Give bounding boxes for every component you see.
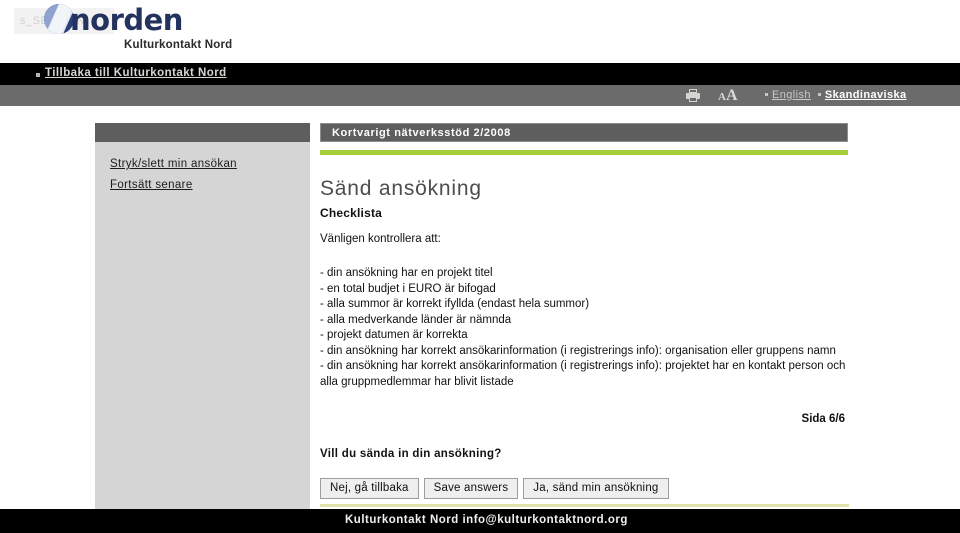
go-back-button[interactable]: Nej, gå tillbaka <box>320 478 419 499</box>
save-answers-button[interactable]: Save answers <box>423 478 519 499</box>
language-link-scandinavian[interactable]: Skandinaviska <box>825 89 907 101</box>
printer-paper-out <box>689 97 697 102</box>
page-title: Sänd ansökning <box>320 177 482 201</box>
bullet-icon <box>36 73 40 77</box>
accent-divider <box>320 150 848 155</box>
list-item: - din ansökning har en projekt titel <box>320 267 493 279</box>
bullet-icon <box>765 92 768 96</box>
back-to-site-link[interactable]: Tillbaka till Kulturkontakt Nord <box>45 67 227 79</box>
site-logo[interactable]: norden Kulturkontakt Nord <box>44 2 274 60</box>
page-counter: Sida 6/6 <box>801 413 845 425</box>
bullet-icon <box>817 92 821 96</box>
list-item: - alla medverkande länder är nämnda <box>320 313 512 326</box>
logo-subtitle: Kulturkontakt Nord <box>124 39 233 51</box>
list-item: - din ansökning har korrekt ansökarinfor… <box>320 344 836 357</box>
breadcrumb-bar: Kortvarigt nätverksstöd 2/2008 <box>320 123 848 142</box>
breadcrumb: Kortvarigt nätverksstöd 2/2008 <box>332 127 511 139</box>
print-icon[interactable] <box>686 89 700 102</box>
text-size-large-label: A <box>725 87 738 104</box>
language-switcher: English Skandinaviska <box>765 89 907 101</box>
checklist-list: - din ansökning har en projekt titel - e… <box>320 266 848 390</box>
list-item: - projekt datumen är korrekta <box>320 329 468 341</box>
sidebar-item-delete-application[interactable]: Stryk/slett min ansökan <box>110 158 237 170</box>
list-item: - din ansökning har korrekt ansökarinfor… <box>320 360 846 388</box>
sidebar-item-continue-later[interactable]: Fortsätt senare <box>110 179 193 191</box>
action-button-row: Nej, gå tillbaka Save answers Ja, sänd m… <box>320 478 674 499</box>
language-link-english[interactable]: English <box>772 89 811 101</box>
top-navigation-bar: Tillbaka till Kulturkontakt Nord <box>0 63 960 85</box>
list-item: - en total budjet i EURO är bifogad <box>320 282 496 295</box>
bottom-accent-divider <box>320 504 849 507</box>
sidebar: Stryk/slett min ansökan Fortsätt senare <box>95 123 310 509</box>
submit-confirmation-question: Vill du sända in din ansökning? <box>320 448 502 460</box>
list-item: - alla summor är korrekt ifyllda (endast… <box>320 298 590 310</box>
utility-bar: AA English Skandinaviska <box>0 85 960 106</box>
logo-band: s_SESSION norden Kulturkontakt Nord <box>0 0 960 62</box>
submit-application-button[interactable]: Ja, sänd min ansökning <box>523 478 669 499</box>
checklist-intro-text: Vänligen kontrollera att: <box>320 233 441 245</box>
footer-contact-text: Kulturkontakt Nord info@kulturkontaktnor… <box>345 514 628 526</box>
text-size-small-label: A <box>718 91 726 103</box>
section-heading-checklist: Checklista <box>320 206 383 220</box>
footer: Kulturkontakt Nord info@kulturkontaktnor… <box>0 509 960 533</box>
sidebar-header-bar <box>95 123 310 142</box>
text-size-icon[interactable]: AA <box>718 87 738 105</box>
logo-wordmark: norden <box>70 3 183 37</box>
